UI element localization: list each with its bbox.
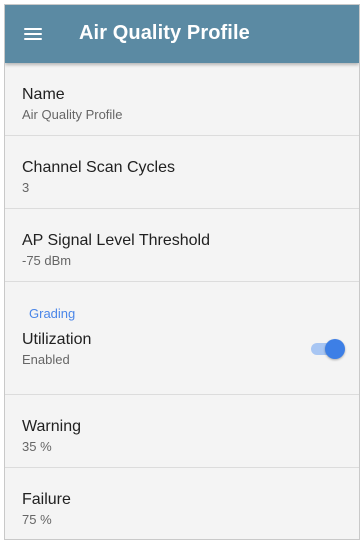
setting-value: 35 % — [22, 439, 52, 454]
setting-name-row[interactable]: Name Air Quality Profile — [5, 63, 359, 136]
setting-label: Failure — [22, 491, 71, 508]
setting-value: Enabled — [22, 352, 70, 367]
setting-label: AP Signal Level Threshold — [22, 232, 210, 249]
setting-warning-row[interactable]: Warning 35 % — [5, 395, 359, 468]
section-header-label: Grading — [29, 306, 76, 321]
setting-label: Utilization — [22, 331, 92, 348]
setting-value: -75 dBm — [22, 253, 72, 268]
setting-ap-signal-threshold-row[interactable]: AP Signal Level Threshold -75 dBm — [5, 209, 359, 282]
setting-label: Name — [22, 86, 65, 103]
utilization-toggle-switch[interactable] — [311, 339, 345, 359]
grading-section-header: Grading — [5, 282, 359, 321]
page-title: Air Quality Profile — [79, 22, 250, 44]
setting-value: 75 % — [22, 512, 52, 527]
menu-line — [24, 28, 42, 30]
setting-label: Warning — [22, 418, 81, 435]
app-bar: Air Quality Profile — [5, 5, 359, 63]
setting-value: Air Quality Profile — [22, 107, 123, 122]
setting-utilization-row[interactable]: Utilization Enabled — [5, 321, 359, 395]
settings-list: Name Air Quality Profile Channel Scan Cy… — [5, 63, 359, 539]
setting-channel-scan-cycles-row[interactable]: Channel Scan Cycles 3 — [5, 136, 359, 209]
menu-line — [24, 33, 42, 35]
app-window: Air Quality Profile Name Air Quality Pro… — [4, 4, 360, 540]
setting-value: 3 — [22, 180, 30, 195]
setting-label: Channel Scan Cycles — [22, 159, 175, 176]
menu-line — [24, 38, 42, 40]
setting-failure-row[interactable]: Failure 75 % — [5, 468, 359, 539]
hamburger-menu-icon[interactable] — [21, 21, 47, 47]
switch-thumb — [325, 339, 345, 359]
